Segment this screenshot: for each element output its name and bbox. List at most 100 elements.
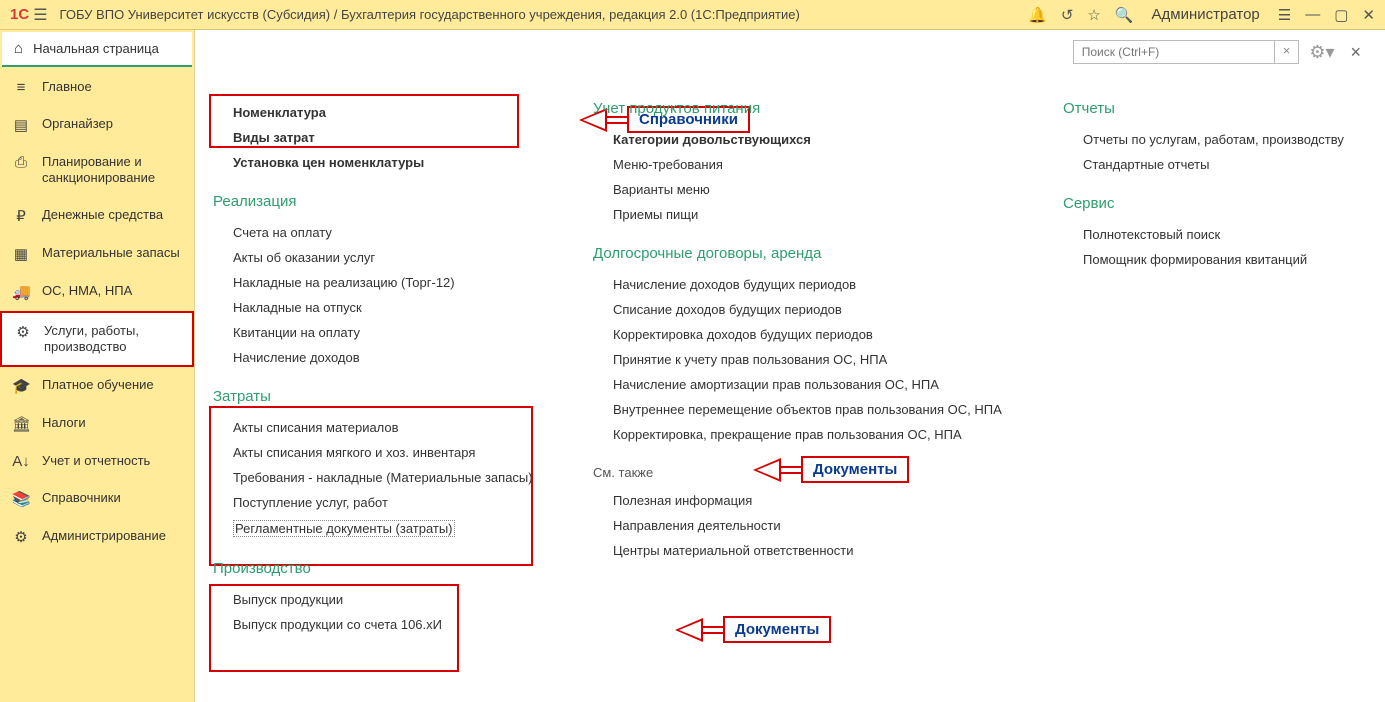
col1-g2-link-0[interactable]: Акты списания материалов xyxy=(213,415,543,440)
sidebar-item-icon: 📚 xyxy=(12,490,30,508)
col2-g2-link-0[interactable]: Полезная информация xyxy=(593,488,1013,513)
home-label: Начальная страница xyxy=(33,41,159,56)
sidebar-item-label: Услуги, работы, производство xyxy=(44,323,180,356)
col3-g1-title: Сервис xyxy=(1063,195,1385,212)
sidebar-item-label: Учет и отчетность xyxy=(42,453,150,469)
col1-g1-link-5[interactable]: Начисление доходов xyxy=(213,345,543,370)
col1-g2-link-3[interactable]: Поступление услуг, работ xyxy=(213,490,543,515)
sidebar-item-icon: ₽ xyxy=(12,207,30,225)
content-area: × ⚙▾ × Справочники Документы Документы Н… xyxy=(195,30,1385,702)
col1-g3-link-1[interactable]: Выпуск продукции со счета 106.хИ xyxy=(213,612,543,637)
sidebar-item-3[interactable]: ₽ Денежные средства xyxy=(0,197,194,235)
col1-g1-link-4[interactable]: Квитанции на оплату xyxy=(213,320,543,345)
col2-g1-link-0[interactable]: Начисление доходов будущих периодов xyxy=(593,272,1013,297)
col1-g1-link-3[interactable]: Накладные на отпуск xyxy=(213,295,543,320)
sidebar-item-icon: 🎓 xyxy=(12,377,30,395)
col2-g1-title: Долгосрочные договоры, аренда xyxy=(593,245,1013,262)
sidebar-item-icon: ⚙ xyxy=(14,323,32,341)
bell-icon[interactable]: 🔔 xyxy=(1028,6,1047,24)
col1-g3-link-0[interactable]: Выпуск продукции xyxy=(213,587,543,612)
col3-g0-link-0[interactable]: Отчеты по услугам, работам, производству xyxy=(1063,127,1385,152)
sidebar-item-2[interactable]: ⎙ Планирование и санкционирование xyxy=(0,144,194,197)
col1-g1-link-2[interactable]: Накладные на реализацию (Торг-12) xyxy=(213,270,543,295)
col3-g1-link-1[interactable]: Помощник формирования квитанций xyxy=(1063,247,1385,272)
sidebar-item-1[interactable]: ▤ Органайзер xyxy=(0,106,194,144)
col2-g1-link-2[interactable]: Корректировка доходов будущих периодов xyxy=(593,322,1013,347)
sidebar-item-label: Денежные средства xyxy=(42,207,163,223)
col1-g1-link-1[interactable]: Акты об оказании услуг xyxy=(213,245,543,270)
sidebar-item-label: Материальные запасы xyxy=(42,245,180,261)
gear-icon[interactable]: ⚙▾ xyxy=(1305,42,1338,63)
close-fn-icon[interactable]: × xyxy=(1344,42,1367,63)
sidebar-item-icon: ≡ xyxy=(12,79,30,96)
col3-g1-link-0[interactable]: Полнотекстовый поиск xyxy=(1063,222,1385,247)
column-3: Отчеты Отчеты по услугам, работам, произв… xyxy=(1063,100,1385,637)
sidebar-item-icon: ▤ xyxy=(12,116,30,134)
sidebar-item-0[interactable]: ≡ Главное xyxy=(0,69,194,106)
col2-g0-link-2[interactable]: Варианты меню xyxy=(593,177,1013,202)
sidebar-item-icon: 🏛 xyxy=(12,415,30,433)
col2-g0-link-0[interactable]: Категории довольствующихся xyxy=(593,127,1013,152)
col2-g1-link-3[interactable]: Принятие к учету прав пользования ОС, НП… xyxy=(593,347,1013,372)
col1-g3-title: Производство xyxy=(213,560,543,577)
sidebar-item-label: Платное обучение xyxy=(42,377,154,393)
sidebar-item-label: Главное xyxy=(42,79,92,95)
sidebar-item-6[interactable]: ⚙ Услуги, работы, производство xyxy=(0,311,194,368)
search-icon[interactable]: 🔍 xyxy=(1115,6,1134,24)
sidebar-item-icon: A↓ xyxy=(12,453,30,470)
sidebar-item-icon: ⚙ xyxy=(12,528,30,546)
col1-g0-link-1[interactable]: Виды затрат xyxy=(213,125,543,150)
col2-g1-link-1[interactable]: Списание доходов будущих периодов xyxy=(593,297,1013,322)
home-link[interactable]: ⌂ Начальная страница xyxy=(2,32,192,67)
col2-g0-link-3[interactable]: Приемы пищи xyxy=(593,202,1013,227)
col2-g1-link-4[interactable]: Начисление амортизации прав пользования … xyxy=(593,372,1013,397)
sidebar-item-label: Налоги xyxy=(42,415,86,431)
sidebar: ⌂ Начальная страница ≡ Главное ▤ Органайзер… xyxy=(0,30,195,702)
sidebar-item-4[interactable]: ▦ Материальные запасы xyxy=(0,235,194,273)
search-clear-icon[interactable]: × xyxy=(1274,41,1299,63)
user-label[interactable]: Администратор xyxy=(1152,6,1260,23)
col1-g0-link-2[interactable]: Установка цен номенклатуры xyxy=(213,150,543,175)
col2-g2-link-2[interactable]: Центры материальной ответственности xyxy=(593,538,1013,563)
sidebar-item-label: Справочники xyxy=(42,490,121,506)
sidebar-item-5[interactable]: 🚚ОС, НМА, НПА xyxy=(0,273,194,311)
logo-1c: 1C xyxy=(10,6,29,23)
star-icon[interactable]: ☆ xyxy=(1087,6,1100,24)
search-box: × xyxy=(1073,40,1300,64)
col3-g0-title: Отчеты xyxy=(1063,100,1385,117)
col1-g1-link-0[interactable]: Счета на оплату xyxy=(213,220,543,245)
col3-g0-link-1[interactable]: Стандартные отчеты xyxy=(1063,152,1385,177)
sidebar-item-label: Администрирование xyxy=(42,528,166,544)
sidebar-item-8[interactable]: 🏛 Налоги xyxy=(0,405,194,443)
close-icon[interactable]: ✕ xyxy=(1362,6,1375,24)
col2-g0-link-1[interactable]: Меню-требования xyxy=(593,152,1013,177)
menu-icon[interactable]: ☰ xyxy=(1278,6,1291,24)
col2-g1-link-5[interactable]: Внутреннее перемещение объектов прав пол… xyxy=(593,397,1013,422)
sidebar-item-11[interactable]: ⚙ Администрирование xyxy=(0,518,194,556)
col1-g0-link-0[interactable]: Номенклатура xyxy=(213,100,543,125)
col2-g0-title: Учет продуктов питания xyxy=(593,100,1013,117)
col2-g2-link-1[interactable]: Направления деятельности xyxy=(593,513,1013,538)
minimize-icon[interactable]: — xyxy=(1305,6,1320,23)
col1-g1-title: Реализация xyxy=(213,193,543,210)
sidebar-item-10[interactable]: 📚 Справочники xyxy=(0,480,194,518)
home-icon: ⌂ xyxy=(14,40,23,57)
sidebar-item-icon: ⎙ xyxy=(12,154,30,171)
sidebar-item-7[interactable]: 🎓 Платное обучение xyxy=(0,367,194,405)
sidebar-item-9[interactable]: A↓ Учет и отчетность xyxy=(0,443,194,480)
hamburger-icon[interactable]: ☰ xyxy=(33,5,47,25)
col2-g1-link-6[interactable]: Корректировка, прекращение прав пользова… xyxy=(593,422,1013,447)
col1-g2-link-4[interactable]: Регламентные документы (затраты) xyxy=(213,515,543,542)
titlebar: 1C ☰ ГОБУ ВПО Университет искусств (Субс… xyxy=(0,0,1385,30)
see-also-label: См. также xyxy=(593,465,1013,480)
col1-g2-link-2[interactable]: Требования - накладные (Материальные зап… xyxy=(213,465,543,490)
sidebar-item-label: Органайзер xyxy=(42,116,113,132)
col1-g2-link-1[interactable]: Акты списания мягкого и хоз. инвентаря xyxy=(213,440,543,465)
sidebar-item-icon: ▦ xyxy=(12,245,30,263)
sidebar-item-label: Планирование и санкционирование xyxy=(42,154,182,187)
column-2: Учет продуктов питания Категории довольст… xyxy=(593,100,1013,637)
column-1: НоменклатураВиды затратУстановка цен ном… xyxy=(213,100,543,637)
maximize-icon[interactable]: ▢ xyxy=(1334,6,1348,24)
history-icon[interactable]: ↺ xyxy=(1061,6,1074,24)
search-input[interactable] xyxy=(1074,41,1274,63)
